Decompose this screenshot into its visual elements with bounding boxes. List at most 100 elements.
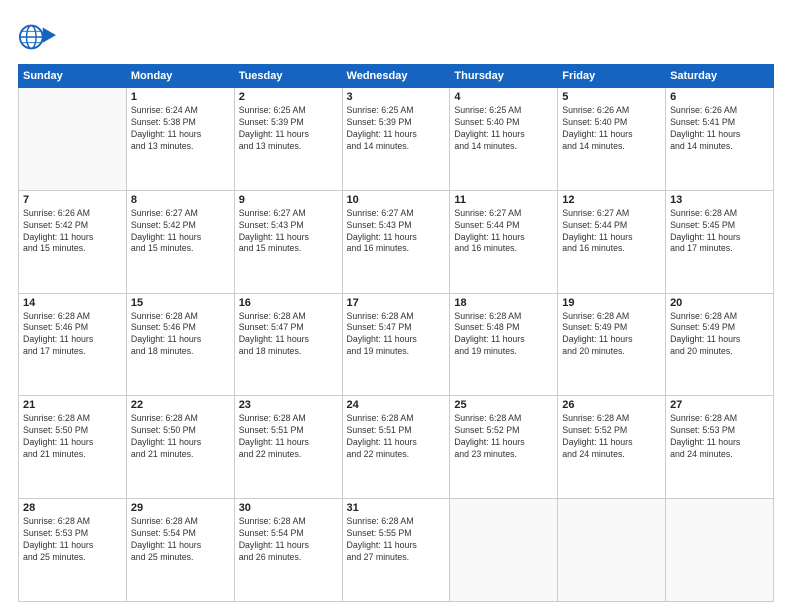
day-info: Sunrise: 6:26 AM Sunset: 5:41 PM Dayligh… bbox=[670, 105, 769, 153]
day-info: Sunrise: 6:28 AM Sunset: 5:47 PM Dayligh… bbox=[347, 311, 446, 359]
calendar-cell: 7 Sunrise: 6:26 AM Sunset: 5:42 PM Daylig… bbox=[19, 190, 127, 293]
day-number: 27 bbox=[670, 399, 769, 411]
week-row-2: 7 Sunrise: 6:26 AM Sunset: 5:42 PM Daylig… bbox=[19, 190, 774, 293]
day-number: 30 bbox=[239, 502, 338, 514]
day-number: 14 bbox=[23, 297, 122, 309]
calendar-cell: 8Sunrise: 6:27 AM Sunset: 5:42 PM Daylig… bbox=[126, 190, 234, 293]
calendar-cell: 4 Sunrise: 6:25 AM Sunset: 5:40 PM Daylig… bbox=[450, 88, 558, 191]
header-row: SundayMondayTuesdayWednesdayThursdayFrid… bbox=[19, 65, 774, 88]
week-row-4: 21 Sunrise: 6:28 AM Sunset: 5:50 PM Dayli… bbox=[19, 396, 774, 499]
calendar-cell: 9 Sunrise: 6:27 AM Sunset: 5:43 PM Daylig… bbox=[234, 190, 342, 293]
day-number: 11 bbox=[454, 194, 553, 206]
day-info: Sunrise: 6:28 AM Sunset: 5:54 PM Dayligh… bbox=[131, 516, 230, 564]
calendar-cell: 27 Sunrise: 6:28 AM Sunset: 5:53 PM Dayli… bbox=[666, 396, 774, 499]
day-info: Sunrise: 6:28 AM Sunset: 5:52 PM Dayligh… bbox=[454, 413, 553, 461]
day-number: 28 bbox=[23, 502, 122, 514]
day-info: Sunrise: 6:28 AM Sunset: 5:51 PM Dayligh… bbox=[347, 413, 446, 461]
day-info: Sunrise: 6:28 AM Sunset: 5:50 PM Dayligh… bbox=[131, 413, 230, 461]
day-info: Sunrise: 6:28 AM Sunset: 5:49 PM Dayligh… bbox=[562, 311, 661, 359]
day-header-sunday: Sunday bbox=[19, 65, 127, 88]
day-info: Sunrise: 6:27 AM Sunset: 5:44 PM Dayligh… bbox=[562, 208, 661, 256]
day-number: 7 bbox=[23, 194, 122, 206]
day-number: 2 bbox=[239, 91, 338, 103]
day-info: Sunrise: 6:27 AM Sunset: 5:43 PM Dayligh… bbox=[239, 208, 338, 256]
calendar-cell: 18 Sunrise: 6:28 AM Sunset: 5:48 PM Dayli… bbox=[450, 293, 558, 396]
week-row-1: 1Sunrise: 6:24 AM Sunset: 5:38 PM Daylig… bbox=[19, 88, 774, 191]
calendar-cell: 5 Sunrise: 6:26 AM Sunset: 5:40 PM Daylig… bbox=[558, 88, 666, 191]
calendar-cell: 15 Sunrise: 6:28 AM Sunset: 5:46 PM Dayli… bbox=[126, 293, 234, 396]
calendar-cell: 16 Sunrise: 6:28 AM Sunset: 5:47 PM Dayli… bbox=[234, 293, 342, 396]
day-info: Sunrise: 6:28 AM Sunset: 5:45 PM Dayligh… bbox=[670, 208, 769, 256]
day-info: Sunrise: 6:28 AM Sunset: 5:48 PM Dayligh… bbox=[454, 311, 553, 359]
day-info: Sunrise: 6:25 AM Sunset: 5:39 PM Dayligh… bbox=[239, 105, 338, 153]
day-info: Sunrise: 6:25 AM Sunset: 5:40 PM Dayligh… bbox=[454, 105, 553, 153]
day-header-wednesday: Wednesday bbox=[342, 65, 450, 88]
page: SundayMondayTuesdayWednesdayThursdayFrid… bbox=[0, 0, 792, 612]
calendar-cell bbox=[558, 499, 666, 602]
calendar-cell: 11 Sunrise: 6:27 AM Sunset: 5:44 PM Dayli… bbox=[450, 190, 558, 293]
calendar-body: 1Sunrise: 6:24 AM Sunset: 5:38 PM Daylig… bbox=[19, 88, 774, 602]
calendar-cell: 25 Sunrise: 6:28 AM Sunset: 5:52 PM Dayli… bbox=[450, 396, 558, 499]
calendar-cell: 13Sunrise: 6:28 AM Sunset: 5:45 PM Dayli… bbox=[666, 190, 774, 293]
calendar-cell: 14Sunrise: 6:28 AM Sunset: 5:46 PM Dayli… bbox=[19, 293, 127, 396]
calendar-cell: 23Sunrise: 6:28 AM Sunset: 5:51 PM Dayli… bbox=[234, 396, 342, 499]
day-number: 16 bbox=[239, 297, 338, 309]
header bbox=[18, 18, 774, 56]
day-info: Sunrise: 6:26 AM Sunset: 5:40 PM Dayligh… bbox=[562, 105, 661, 153]
calendar-header: SundayMondayTuesdayWednesdayThursdayFrid… bbox=[19, 65, 774, 88]
calendar-table: SundayMondayTuesdayWednesdayThursdayFrid… bbox=[18, 64, 774, 602]
day-header-thursday: Thursday bbox=[450, 65, 558, 88]
day-info: Sunrise: 6:28 AM Sunset: 5:47 PM Dayligh… bbox=[239, 311, 338, 359]
calendar-cell: 26 Sunrise: 6:28 AM Sunset: 5:52 PM Dayli… bbox=[558, 396, 666, 499]
day-info: Sunrise: 6:25 AM Sunset: 5:39 PM Dayligh… bbox=[347, 105, 446, 153]
day-number: 10 bbox=[347, 194, 446, 206]
day-number: 6 bbox=[670, 91, 769, 103]
calendar-cell: 10Sunrise: 6:27 AM Sunset: 5:43 PM Dayli… bbox=[342, 190, 450, 293]
day-info: Sunrise: 6:28 AM Sunset: 5:51 PM Dayligh… bbox=[239, 413, 338, 461]
day-number: 31 bbox=[347, 502, 446, 514]
calendar-cell: 3Sunrise: 6:25 AM Sunset: 5:39 PM Daylig… bbox=[342, 88, 450, 191]
calendar-cell: 28 Sunrise: 6:28 AM Sunset: 5:53 PM Dayli… bbox=[19, 499, 127, 602]
day-number: 17 bbox=[347, 297, 446, 309]
day-number: 22 bbox=[131, 399, 230, 411]
day-info: Sunrise: 6:28 AM Sunset: 5:49 PM Dayligh… bbox=[670, 311, 769, 359]
calendar-cell: 24 Sunrise: 6:28 AM Sunset: 5:51 PM Dayli… bbox=[342, 396, 450, 499]
week-row-3: 14 Sunrise: 6:28 AM Sunset: 5:46 PM Dayli… bbox=[19, 293, 774, 396]
day-number: 24 bbox=[347, 399, 446, 411]
day-info: Sunrise: 6:28 AM Sunset: 5:52 PM Dayligh… bbox=[562, 413, 661, 461]
day-header-monday: Monday bbox=[126, 65, 234, 88]
calendar-cell: 20Sunrise: 6:28 AM Sunset: 5:49 PM Dayli… bbox=[666, 293, 774, 396]
day-info: Sunrise: 6:26 AM Sunset: 5:42 PM Dayligh… bbox=[23, 208, 122, 256]
day-info: Sunrise: 6:28 AM Sunset: 5:50 PM Dayligh… bbox=[23, 413, 122, 461]
day-info: Sunrise: 6:28 AM Sunset: 5:55 PM Dayligh… bbox=[347, 516, 446, 564]
day-number: 29 bbox=[131, 502, 230, 514]
day-header-tuesday: Tuesday bbox=[234, 65, 342, 88]
day-info: Sunrise: 6:28 AM Sunset: 5:46 PM Dayligh… bbox=[131, 311, 230, 359]
calendar-cell: 17 Sunrise: 6:28 AM Sunset: 5:47 PM Dayli… bbox=[342, 293, 450, 396]
calendar-cell: 29 Sunrise: 6:28 AM Sunset: 5:54 PM Dayli… bbox=[126, 499, 234, 602]
day-number: 21 bbox=[23, 399, 122, 411]
day-number: 5 bbox=[562, 91, 661, 103]
day-info: Sunrise: 6:28 AM Sunset: 5:53 PM Dayligh… bbox=[23, 516, 122, 564]
day-info: Sunrise: 6:28 AM Sunset: 5:53 PM Dayligh… bbox=[670, 413, 769, 461]
calendar-cell: 19Sunrise: 6:28 AM Sunset: 5:49 PM Dayli… bbox=[558, 293, 666, 396]
day-number: 4 bbox=[454, 91, 553, 103]
calendar-cell: 22 Sunrise: 6:28 AM Sunset: 5:50 PM Dayli… bbox=[126, 396, 234, 499]
logo-icon bbox=[18, 18, 56, 56]
day-info: Sunrise: 6:27 AM Sunset: 5:42 PM Dayligh… bbox=[131, 208, 230, 256]
calendar-cell: 31 Sunrise: 6:28 AM Sunset: 5:55 PM Dayli… bbox=[342, 499, 450, 602]
calendar-cell: 1Sunrise: 6:24 AM Sunset: 5:38 PM Daylig… bbox=[126, 88, 234, 191]
day-number: 25 bbox=[454, 399, 553, 411]
day-info: Sunrise: 6:27 AM Sunset: 5:44 PM Dayligh… bbox=[454, 208, 553, 256]
calendar-cell: 6 Sunrise: 6:26 AM Sunset: 5:41 PM Daylig… bbox=[666, 88, 774, 191]
day-info: Sunrise: 6:24 AM Sunset: 5:38 PM Dayligh… bbox=[131, 105, 230, 153]
day-number: 18 bbox=[454, 297, 553, 309]
calendar-cell bbox=[19, 88, 127, 191]
day-header-friday: Friday bbox=[558, 65, 666, 88]
calendar-cell bbox=[666, 499, 774, 602]
calendar-cell: 30 Sunrise: 6:28 AM Sunset: 5:54 PM Dayli… bbox=[234, 499, 342, 602]
day-number: 15 bbox=[131, 297, 230, 309]
day-info: Sunrise: 6:28 AM Sunset: 5:54 PM Dayligh… bbox=[239, 516, 338, 564]
day-number: 26 bbox=[562, 399, 661, 411]
day-number: 9 bbox=[239, 194, 338, 206]
